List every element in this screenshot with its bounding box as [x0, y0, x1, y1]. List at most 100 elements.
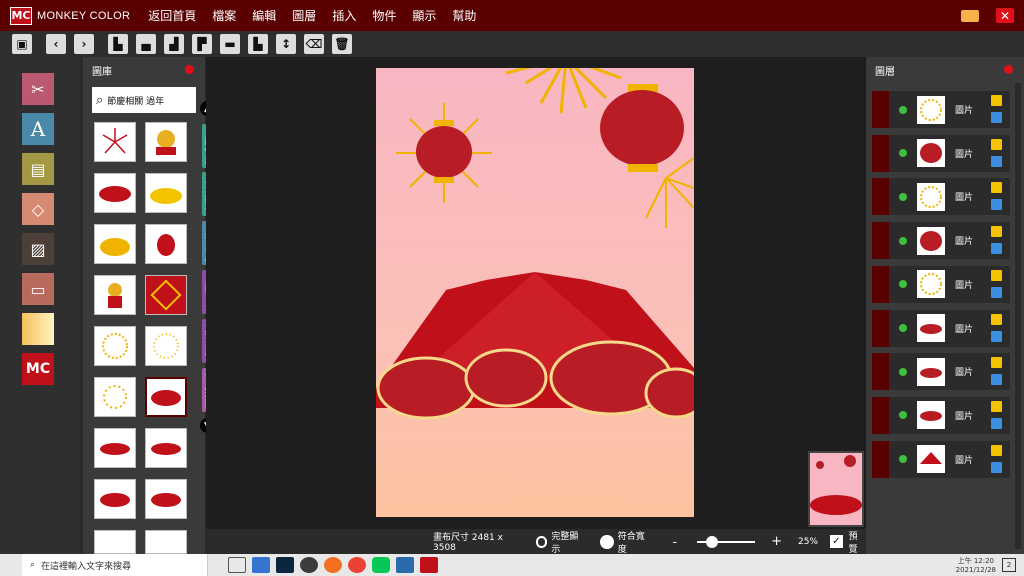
undo-icon[interactable]: ‹ — [46, 34, 66, 54]
gallery-item-partial[interactable] — [94, 530, 136, 554]
gallery-item-firework-gold-3[interactable] — [94, 377, 136, 417]
gallery-close-dot[interactable] — [185, 65, 194, 74]
photos-icon[interactable] — [396, 557, 414, 573]
lock-icon[interactable] — [991, 182, 1002, 194]
layer-selection-strip[interactable] — [872, 91, 889, 128]
minimap[interactable] — [808, 451, 864, 527]
layers-scrollbar[interactable] — [1015, 83, 1021, 549]
blend-icon[interactable] — [991, 417, 1002, 429]
gallery-item-cloud-selected[interactable] — [145, 377, 187, 417]
layer-row[interactable]: 圖片 — [872, 265, 1010, 303]
tray-icons[interactable] — [858, 558, 948, 572]
layer-row[interactable]: 圖片 — [872, 309, 1010, 347]
gallery-item-figure[interactable] — [94, 275, 136, 315]
monkeycolor-icon[interactable] — [420, 557, 438, 573]
distribute-icon[interactable]: ↕ — [276, 34, 296, 54]
crop-tool-icon[interactable]: ✂ — [22, 73, 54, 105]
menu-file[interactable]: 檔案 — [204, 7, 244, 24]
photoshop-icon[interactable] — [276, 557, 294, 573]
canvas-area[interactable] — [206, 57, 866, 529]
full-display-radio[interactable] — [535, 535, 548, 548]
text-tool-icon[interactable]: A — [22, 113, 54, 145]
visibility-dot[interactable] — [899, 367, 907, 376]
blend-icon[interactable] — [991, 374, 1002, 386]
shapes-tool-icon[interactable]: ◇ — [22, 193, 54, 225]
visibility-dot[interactable] — [899, 324, 907, 332]
notification-badge[interactable]: 2 — [1002, 558, 1016, 572]
zoom-out-button[interactable]: - — [673, 535, 677, 549]
blend-icon[interactable] — [991, 461, 1002, 473]
layer-selection-strip[interactable] — [872, 134, 889, 172]
layer-selection-strip[interactable] — [872, 309, 889, 347]
visibility-dot[interactable] — [899, 105, 907, 114]
eraser-icon[interactable]: ⌫ — [304, 34, 324, 54]
minimize-button[interactable] — [961, 10, 979, 22]
menu-help[interactable]: 幫助 — [444, 7, 484, 24]
start-icon[interactable] — [0, 554, 22, 576]
redo-icon[interactable]: › — [74, 34, 94, 54]
menu-view[interactable]: 顯示 — [404, 7, 444, 24]
layer-selection-strip[interactable] — [872, 396, 889, 434]
lock-icon[interactable] — [991, 357, 1002, 369]
line-icon[interactable] — [372, 557, 390, 573]
gallery-item-cloud[interactable] — [94, 173, 136, 213]
align-right-icon[interactable]: ▟ — [164, 34, 184, 54]
blend-icon[interactable] — [991, 112, 1002, 123]
menu-layer[interactable]: 圖層 — [284, 7, 324, 24]
taskbar-search[interactable]: ⌕ 在這裡輸入文字來搜尋 — [22, 554, 208, 576]
zoom-slider[interactable] — [697, 535, 756, 548]
lock-icon[interactable] — [991, 444, 1002, 456]
align-left-icon[interactable]: ▙ — [108, 34, 128, 54]
align-bottom-icon[interactable]: ▙ — [248, 34, 268, 54]
layer-row[interactable]: 圖片 — [872, 396, 1010, 434]
gallery-item-partial-2[interactable] — [145, 530, 187, 554]
layer-selection-strip[interactable] — [872, 178, 889, 216]
visibility-dot[interactable] — [899, 236, 907, 245]
poster-canvas[interactable] — [376, 68, 694, 517]
lock-icon[interactable] — [991, 138, 1002, 150]
gallery-item-gold-ingot[interactable] — [145, 173, 187, 213]
menu-home[interactable]: 返回首頁 — [140, 7, 204, 24]
layer-selection-strip[interactable] — [872, 265, 889, 303]
gallery-item-firework-gold-2[interactable] — [145, 326, 187, 366]
zoom-in-button[interactable]: + — [771, 534, 782, 549]
close-button[interactable]: ✕ — [996, 8, 1014, 23]
gallery-item-spring-diamond[interactable] — [145, 275, 187, 315]
gallery-item-cloud-3[interactable] — [145, 428, 187, 468]
lock-icon[interactable] — [991, 95, 1002, 106]
app-icon[interactable] — [300, 557, 318, 573]
gallery-item-fireworks[interactable] — [94, 122, 136, 162]
image-tool-icon[interactable]: ▨ — [22, 233, 54, 265]
visibility-dot[interactable] — [899, 280, 907, 289]
layer-selection-strip[interactable] — [872, 440, 889, 478]
trash-icon[interactable]: 🗑 — [332, 34, 352, 54]
gallery-item-lantern[interactable] — [145, 224, 187, 264]
layer-selection-strip[interactable] — [872, 353, 889, 391]
layer-row[interactable]: 圖片 — [872, 134, 1010, 172]
align-center-icon[interactable]: ▄ — [136, 34, 156, 54]
lock-icon[interactable] — [991, 313, 1002, 325]
zoom-slider-knob[interactable] — [706, 535, 718, 548]
preview-checkbox[interactable]: ✓ — [829, 535, 843, 548]
lock-icon[interactable] — [991, 400, 1002, 412]
gallery-item-firework-gold[interactable] — [94, 326, 136, 366]
visibility-dot[interactable] — [899, 149, 907, 158]
fit-width-radio[interactable] — [600, 534, 614, 549]
visibility-dot[interactable] — [899, 192, 907, 201]
search-input[interactable]: ⌕ 節慶相關 過年 — [92, 87, 196, 113]
blend-icon[interactable] — [991, 155, 1002, 167]
layer-row[interactable]: 圖片 — [872, 91, 1010, 128]
layers-close-dot[interactable] — [1004, 65, 1013, 74]
layer-row[interactable]: 圖片 — [872, 222, 1010, 260]
gallery-item-cloud-4[interactable] — [94, 479, 136, 519]
visibility-dot[interactable] — [899, 411, 907, 420]
chrome-icon[interactable] — [348, 557, 366, 573]
align-middle-icon[interactable]: ▬ — [220, 34, 240, 54]
explorer-icon[interactable] — [252, 557, 270, 573]
lock-icon[interactable] — [991, 269, 1002, 281]
blend-icon[interactable] — [991, 286, 1002, 298]
menu-edit[interactable]: 編輯 — [244, 7, 284, 24]
gallery-item-cloud-2[interactable] — [94, 428, 136, 468]
paper-tool-icon[interactable]: ▤ — [22, 153, 54, 185]
layer-selection-strip[interactable] — [872, 222, 889, 260]
